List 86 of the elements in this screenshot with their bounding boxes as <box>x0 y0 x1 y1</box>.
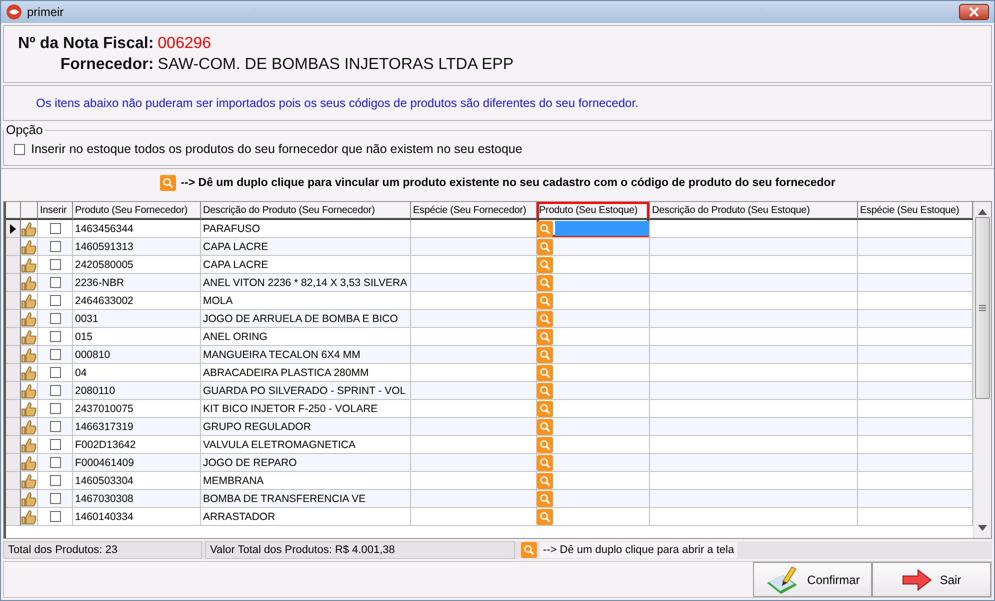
supplier-label: Fornecedor: <box>59 56 154 74</box>
hint-text: --> Dê um duplo clique para vincular um produto existente no seu cadastro com o código de produto do seu fornecedor <box>180 177 836 189</box>
insert-checkbox[interactable] <box>50 331 60 342</box>
confirm-button[interactable]: Confirmar <box>753 562 872 597</box>
thumbs-up-icon[interactable] <box>21 454 37 470</box>
current-row-icon <box>10 224 16 234</box>
insert-checkbox[interactable] <box>50 223 60 234</box>
column-header[interactable]: Descrição do Produto (Seu Estoque) <box>650 202 858 220</box>
table-cell: F000461409 <box>73 454 201 472</box>
close-icon <box>969 7 979 17</box>
vertical-scrollbar[interactable] <box>973 202 991 538</box>
arrow-right-icon <box>902 568 932 590</box>
table-cell: 1467030308 <box>73 490 201 508</box>
invoice-label: Nº da Nota Fiscal: <box>18 34 154 52</box>
table-cell: JOGO DE REPARO <box>201 454 411 472</box>
thumbs-up-icon[interactable] <box>21 274 37 290</box>
insert-checkbox[interactable] <box>50 439 60 450</box>
scroll-thumb[interactable] <box>975 217 990 399</box>
thumbs-up-icon[interactable] <box>21 418 37 434</box>
total-value: Valor Total dos Produtos: R$ 4.001,38 <box>210 544 395 556</box>
thumbs-up-icon[interactable] <box>21 382 37 398</box>
table-cell: 000810 <box>73 346 201 364</box>
table-cell: GRUPO REGULADOR <box>201 418 411 436</box>
selected-cell[interactable] <box>555 221 649 236</box>
insert-checkbox[interactable] <box>50 511 60 522</box>
thumbs-up-icon[interactable] <box>21 490 37 506</box>
column-header[interactable]: Inserir <box>38 202 73 220</box>
thumbs-up-icon[interactable] <box>21 220 37 236</box>
table-cell: CAPA LACRE <box>201 238 411 256</box>
table-cell: 2236-NBR <box>73 274 201 292</box>
app-logo-icon <box>6 4 22 20</box>
group-title: Opção <box>5 123 44 137</box>
checkbox[interactable] <box>14 144 25 154</box>
insert-checkbox[interactable] <box>50 349 60 360</box>
insert-checkbox[interactable] <box>50 367 60 378</box>
insert-checkbox[interactable] <box>50 493 60 504</box>
thumbs-up-icon[interactable] <box>21 292 37 308</box>
insert-checkbox[interactable] <box>50 313 60 324</box>
insert-checkbox[interactable] <box>50 385 60 396</box>
insert-checkbox[interactable] <box>50 259 60 270</box>
supplier-name: SAW-COM. DE BOMBAS INJETORAS LTDA EPP <box>158 56 515 74</box>
window-title: primeir <box>27 5 65 19</box>
table-cell: JOGO DE ARRUELA DE BOMBA E BICO <box>201 310 411 328</box>
table-cell: ARRASTADOR <box>201 508 411 526</box>
thumbs-up-icon[interactable] <box>21 256 37 272</box>
checkbox-label[interactable]: Inserir no estoque todos os produtos do seu fornecedor que não existem no seu estoque <box>31 142 522 156</box>
table-cell: BOMBA DE TRANSFERENCIA VE <box>201 490 411 508</box>
status-hint: --> Dê um duplo clique para abrir a tela <box>540 542 738 558</box>
scroll-down-icon[interactable] <box>978 525 987 531</box>
column-header[interactable]: Produto (Seu Fornecedor) <box>73 202 201 220</box>
thumbs-up-icon[interactable] <box>21 346 37 362</box>
table-cell: 0031 <box>73 310 201 328</box>
row-indicator[interactable] <box>6 220 21 238</box>
insert-checkbox[interactable] <box>50 421 60 432</box>
table-cell: 2080110 <box>73 382 201 400</box>
insert-checkbox[interactable] <box>50 457 60 468</box>
column-header[interactable]: Produto (Seu Estoque) <box>537 202 650 220</box>
column-header[interactable]: Descrição do Produto (Seu Fornecedor) <box>201 202 411 220</box>
insert-checkbox[interactable] <box>50 295 60 306</box>
scroll-up-icon[interactable] <box>978 209 987 215</box>
table-cell: 1466317319 <box>73 418 201 436</box>
table-cell: ANEL VITON 2236 * 82,14 X 3,53 SILVERA <box>201 274 411 292</box>
table-cell: 1460591313 <box>73 238 201 256</box>
thumbs-up-icon[interactable] <box>21 472 37 488</box>
insert-checkbox[interactable] <box>50 241 60 252</box>
notebook-pencil-icon <box>765 564 800 594</box>
insert-checkbox[interactable] <box>50 403 60 414</box>
invoice-number: 006296 <box>158 34 212 52</box>
table-cell: GUARDA PO SILVERADO - SPRINT - VOL <box>201 382 411 400</box>
thumbs-up-icon[interactable] <box>21 436 37 452</box>
thumbs-up-icon[interactable] <box>21 400 37 416</box>
info-message: Os itens abaixo não puderam ser importados pois os seus códigos de produtos são diferentes do seu fornecedor. <box>36 96 638 110</box>
exit-button[interactable]: Sair <box>872 562 991 597</box>
insert-checkbox[interactable] <box>50 277 60 288</box>
total-products: Total dos Produtos: 23 <box>8 544 118 556</box>
column-header[interactable]: Espécie (Seu Fornecedor) <box>411 202 537 220</box>
thumbs-up-icon[interactable] <box>21 364 37 380</box>
table-cell: MANGUEIRA TECALON 6X4 MM <box>201 346 411 364</box>
thumbs-up-icon[interactable] <box>21 310 37 326</box>
thumbs-up-icon[interactable] <box>21 508 37 524</box>
close-button[interactable] <box>959 4 989 20</box>
thumbs-up-icon[interactable] <box>21 238 37 254</box>
insert-checkbox[interactable] <box>50 475 60 486</box>
thumbs-up-icon[interactable] <box>21 328 37 344</box>
column-header[interactable]: Espécie (Seu Estoque) <box>858 202 973 220</box>
table-cell: 1460140334 <box>73 508 201 526</box>
